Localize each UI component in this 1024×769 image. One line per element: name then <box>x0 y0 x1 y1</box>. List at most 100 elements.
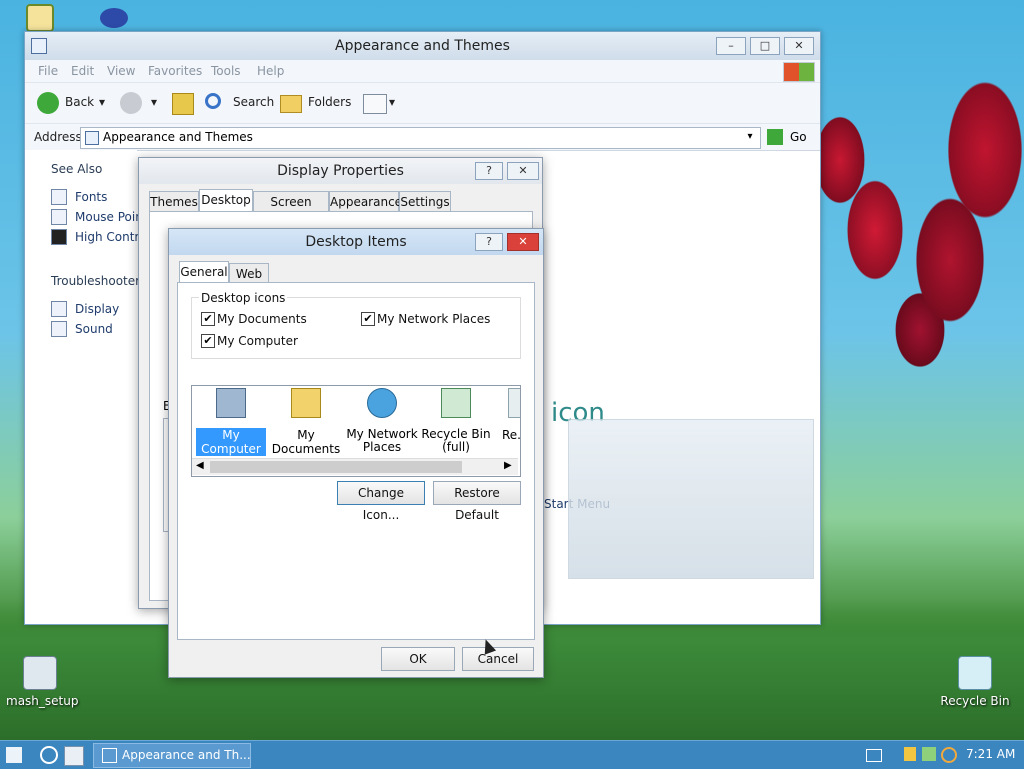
explorer-titlebar[interactable]: Appearance and Themes – □ ✕ <box>25 32 820 60</box>
desktop-icons-group <box>191 297 521 359</box>
tab-themes[interactable]: Themes <box>149 191 199 212</box>
tab-screen-saver[interactable]: Screen Saver <box>253 191 329 229</box>
tab-settings[interactable]: Settings <box>399 191 451 212</box>
desktop-items-dialog: Desktop Items ? ✕ General Web Desktop ic… <box>168 228 544 678</box>
scroll-left-icon[interactable]: ◀ <box>196 460 204 471</box>
recycle-bin-icon <box>958 656 992 690</box>
clock[interactable]: 7:21 AM <box>966 747 1015 761</box>
chevron-down-icon[interactable]: ▾ <box>151 95 157 109</box>
toolbar: Back ▾ ▾ Search Folders ▾ <box>25 83 820 124</box>
go-icon[interactable] <box>767 129 783 145</box>
desktop-icon-recycle-bin[interactable]: Recycle Bin <box>940 656 1010 708</box>
checkbox-my-computer[interactable]: ✔ <box>201 334 215 348</box>
sidebar-link-mouse-pointers[interactable]: Mouse Poin <box>75 210 143 224</box>
menu-file[interactable]: File <box>38 64 58 78</box>
address-bar: Address Appearance and Themes ▾ Go <box>25 124 820 151</box>
tab-general[interactable]: General <box>179 261 229 284</box>
sidebar-link-sound[interactable]: Sound <box>75 322 113 336</box>
quicklaunch-icon[interactable] <box>64 746 84 766</box>
desktop-icon-mash-setup[interactable]: mash_setup <box>6 656 78 708</box>
recycle-bin-icon <box>441 388 471 418</box>
menu-favorites[interactable]: Favorites <box>148 64 202 78</box>
close-button[interactable]: ✕ <box>784 37 814 55</box>
search-button[interactable]: Search <box>233 95 274 109</box>
window-title: Appearance and Themes <box>335 38 510 54</box>
checkbox-my-network-places[interactable]: ✔ <box>361 312 375 326</box>
restore-default-button[interactable]: Restore Default <box>433 481 521 522</box>
chevron-down-icon[interactable]: ▾ <box>99 95 105 109</box>
troubleshooters-heading: Troubleshooters <box>51 274 147 288</box>
change-icon-button[interactable]: Change Icon... <box>337 481 425 522</box>
back-button[interactable]: Back <box>65 95 94 109</box>
keyboard-icon[interactable] <box>866 749 882 762</box>
tab-desktop[interactable]: Desktop <box>199 189 253 212</box>
start-button[interactable] <box>6 747 22 763</box>
see-also-heading: See Also <box>51 162 103 176</box>
tab-appearance[interactable]: Appearance <box>329 191 402 212</box>
sidebar-link-high-contrast[interactable]: High Contra <box>75 230 147 244</box>
desktop-icon-network[interactable] <box>100 8 128 32</box>
minimize-button[interactable]: – <box>716 37 746 55</box>
list-item[interactable]: My Network Places <box>346 388 418 454</box>
help-button[interactable]: ? <box>475 233 503 251</box>
menu-view[interactable]: View <box>107 64 135 78</box>
horizontal-scrollbar[interactable]: ◀ ▶ <box>192 458 518 475</box>
network-icon <box>100 8 128 28</box>
taskbar: Appearance and Th... 7:21 AM <box>0 740 1024 769</box>
network-tray-icon[interactable] <box>922 747 936 761</box>
tab-web[interactable]: Web <box>229 263 269 284</box>
menu-tools[interactable]: Tools <box>211 64 241 78</box>
folder-icon <box>85 131 99 145</box>
address-value: Appearance and Themes <box>103 130 253 144</box>
cancel-button[interactable]: Cancel <box>462 647 534 671</box>
internet-explorer-icon[interactable] <box>40 746 58 764</box>
icon-list[interactable]: My Computer My Documents My Network Plac… <box>191 385 521 477</box>
back-icon[interactable] <box>37 92 59 114</box>
display-tab-strip: Themes Desktop Screen Saver Appearance S… <box>149 189 534 229</box>
desktop-icon-label: Recycle Bin <box>940 694 1010 708</box>
help-icon <box>51 301 67 317</box>
scroll-right-icon[interactable]: ▶ <box>504 460 512 471</box>
mouse-icon <box>51 209 67 225</box>
scroll-thumb[interactable] <box>210 461 462 473</box>
menu-help[interactable]: Help <box>257 64 284 78</box>
chevron-down-icon[interactable]: ▾ <box>389 95 395 109</box>
checkbox-my-documents[interactable]: ✔ <box>201 312 215 326</box>
sidebar-link-display[interactable]: Display <box>75 302 119 316</box>
views-icon[interactable] <box>363 94 387 114</box>
address-dropdown-button[interactable]: ▾ <box>742 128 758 146</box>
list-item[interactable]: Recycle Bin (full) <box>420 388 492 454</box>
checkbox-label: My Network Places <box>377 312 491 326</box>
help-icon <box>51 321 67 337</box>
address-input[interactable]: Appearance and Themes <box>80 127 761 149</box>
taskbar-task-appearance[interactable]: Appearance and Th... <box>93 743 251 768</box>
checkbox-label: My Computer <box>217 334 298 348</box>
icon-label: Recycle Bin (full) <box>421 427 491 454</box>
search-icon[interactable] <box>205 93 221 109</box>
shield-icon[interactable] <box>904 747 916 761</box>
windows-logo-icon <box>783 62 815 82</box>
close-button[interactable]: ✕ <box>507 162 539 180</box>
go-button[interactable]: Go <box>790 130 807 144</box>
list-item[interactable]: My Computer <box>196 388 266 456</box>
maximize-button[interactable]: □ <box>750 37 780 55</box>
folders-button[interactable]: Folders <box>308 95 351 109</box>
recycle-bin-icon <box>508 388 520 418</box>
up-folder-icon[interactable] <box>172 93 194 115</box>
close-button[interactable]: ✕ <box>507 233 539 251</box>
forward-icon[interactable] <box>120 92 142 114</box>
ok-button[interactable]: OK <box>381 647 455 671</box>
desktop-items-titlebar[interactable]: Desktop Items ? ✕ <box>169 229 543 255</box>
folders-icon[interactable] <box>280 95 302 113</box>
list-item[interactable]: My Documents <box>268 388 344 456</box>
help-button[interactable]: ? <box>475 162 503 180</box>
icon-label: My Network Places <box>346 427 418 454</box>
menu-edit[interactable]: Edit <box>71 64 94 78</box>
display-properties-titlebar[interactable]: Display Properties ? ✕ <box>139 158 542 184</box>
list-item[interactable]: Re... <box>494 388 520 442</box>
folder-icon <box>102 748 117 763</box>
search-tray-icon[interactable] <box>941 747 957 763</box>
app-icon <box>26 4 54 32</box>
documents-folder-icon <box>291 388 321 418</box>
sidebar-link-fonts[interactable]: Fonts <box>75 190 107 204</box>
